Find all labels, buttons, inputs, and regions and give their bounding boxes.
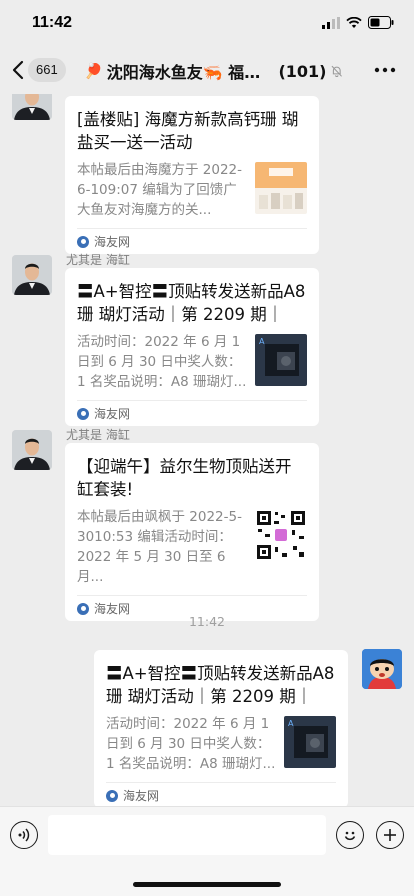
man-portrait-avatar — [12, 430, 52, 470]
sender-avatar[interactable] — [12, 255, 52, 295]
card-title: 〓A+智控〓顶贴转发送新品A8 珊 瑚灯活动｜第 2209 期｜ — [77, 282, 306, 324]
card-description: 本帖最后由海魔方于 2022-6-109:07 编辑为了回馈广大鱼友对海魔方的关… — [77, 162, 243, 218]
haiyou-logo-icon — [77, 407, 89, 420]
card-title: 〓A+智控〓顶贴转发送新品A8 珊 瑚灯活动｜第 2209 期｜ — [106, 664, 335, 706]
home-indicator — [133, 882, 281, 887]
more-button[interactable] — [374, 60, 396, 84]
more-dots-icon — [374, 67, 396, 73]
source-name: 海友网 — [123, 789, 160, 803]
chat-header: 661 🏓 沈阳海水鱼友🦐 福利群 (101) — [0, 48, 414, 94]
card-title: [盖楼贴] 海魔方新款高钙珊 瑚盐买一送一活动 — [77, 110, 299, 152]
haiyou-logo-icon — [77, 235, 89, 248]
haiyou-logo-icon — [106, 789, 118, 802]
voice-icon — [18, 828, 30, 842]
card-title: 【迎端午】益尔生物顶贴送开缸套装! — [77, 457, 292, 499]
man-portrait-avatar — [12, 94, 52, 120]
back-button[interactable]: 661 — [12, 58, 66, 82]
group-name: 沈阳海水鱼友🦐 福利群 — [106, 63, 271, 82]
sender-name: 尤其是 海缸 — [66, 428, 130, 442]
man-portrait-avatar — [12, 255, 52, 295]
emoji-button[interactable] — [336, 821, 364, 849]
plus-icon — [384, 829, 396, 841]
status-time: 11:42 — [32, 14, 73, 31]
card-source: 海友网 — [77, 400, 307, 426]
emoji-face-icon — [344, 831, 356, 841]
card-description: 本帖最后由飒枫于 2022-5-3010:53 编辑活动时间：2022 年 5 … — [77, 509, 242, 585]
status-icons — [322, 16, 394, 29]
card-description: 活动时间：2022 年 6 月 1 日到 6 月 30 日中奖人数：1 名奖品说… — [77, 334, 247, 390]
message-timestamp: 11:42 — [188, 614, 226, 629]
battery-icon — [368, 16, 394, 29]
coral-lamp-thumbnail: A — [255, 334, 307, 386]
my-link-card[interactable]: 〓A+智控〓顶贴转发送新品A8 珊 瑚灯活动｜第 2209 期｜ 活动时间：20… — [94, 650, 348, 806]
card-source: 海友网 — [106, 782, 336, 806]
ping-pong-emoji: 🏓 — [84, 62, 103, 80]
haiyou-logo-icon — [77, 602, 89, 615]
cartoon-boy-avatar — [362, 649, 402, 689]
link-card[interactable]: 〓A+智控〓顶贴转发送新品A8 珊 瑚灯活动｜第 2209 期｜ 活动时间：20… — [65, 268, 319, 426]
coral-lamp-thumbnail: A — [284, 716, 336, 768]
sender-name: 尤其是 海缸 — [66, 253, 130, 267]
status-bar: 11:42 — [0, 0, 414, 48]
sender-avatar[interactable] — [12, 430, 52, 470]
message-input[interactable] — [48, 815, 326, 855]
qr-code-thumbnail — [255, 509, 307, 561]
unread-badge: 661 — [28, 58, 66, 82]
svg-text:A: A — [288, 719, 294, 728]
chat-title[interactable]: 🏓 沈阳海水鱼友🦐 福利群 (101) — [84, 59, 344, 83]
mute-bell-icon — [332, 65, 343, 77]
voice-button[interactable] — [10, 821, 38, 849]
source-name: 海友网 — [94, 407, 131, 421]
svg-text:A: A — [259, 337, 265, 346]
source-name: 海友网 — [94, 235, 131, 249]
message-list[interactable]: [盖楼贴] 海魔方新款高钙珊 瑚盐买一送一活动 本帖最后由海魔方于 2022-6… — [0, 94, 414, 806]
salt-product-thumbnail — [255, 162, 307, 214]
chevron-left-icon — [12, 60, 24, 80]
card-description: 活动时间：2022 年 6 月 1 日到 6 月 30 日中奖人数：1 名奖品说… — [106, 716, 276, 772]
member-count: (101) — [278, 61, 327, 81]
link-card[interactable]: 【迎端午】益尔生物顶贴送开缸套装! 本帖最后由飒枫于 2022-5-3010:5… — [65, 443, 319, 621]
my-avatar[interactable] — [362, 649, 402, 689]
more-functions-button[interactable] — [376, 821, 404, 849]
sender-avatar[interactable] — [12, 94, 52, 120]
wifi-icon — [346, 16, 362, 28]
signal-icon — [322, 16, 340, 29]
link-card[interactable]: [盖楼贴] 海魔方新款高钙珊 瑚盐买一送一活动 本帖最后由海魔方于 2022-6… — [65, 96, 319, 254]
